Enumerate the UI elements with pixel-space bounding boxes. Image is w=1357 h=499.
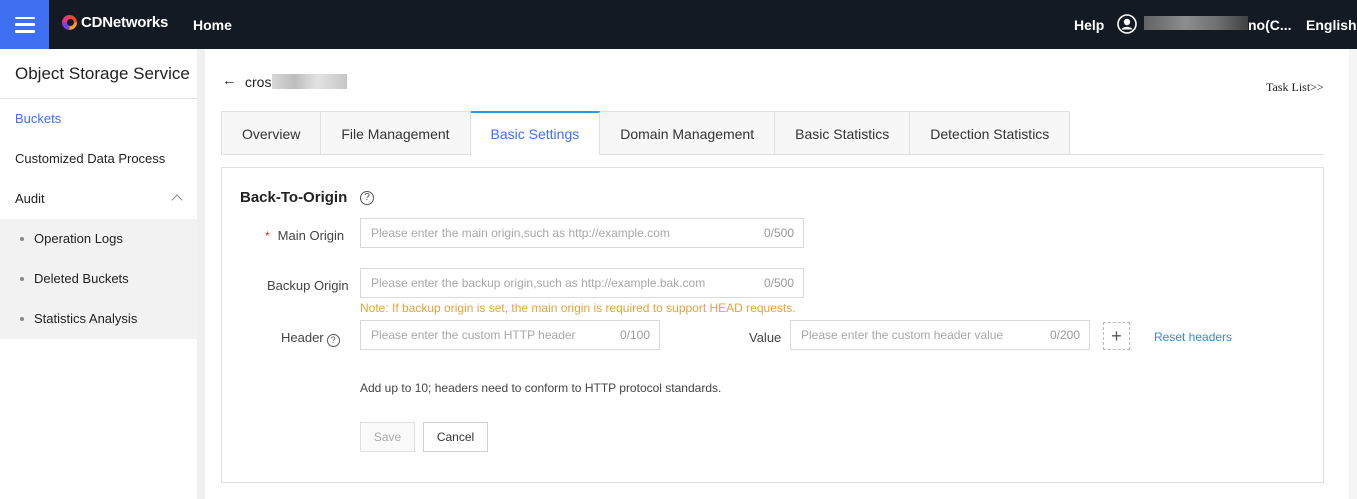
redacted-bucket-name xyxy=(272,74,347,89)
char-counter: 0/100 xyxy=(619,328,650,342)
top-bar: CDNetworks Home Help no(C... English xyxy=(0,0,1357,49)
value-label: Value xyxy=(749,330,782,345)
help-icon[interactable]: ? xyxy=(360,191,374,205)
header-input[interactable] xyxy=(361,321,659,349)
headers-hint: Add up to 10; headers need to conform to… xyxy=(360,381,722,395)
reset-headers-link[interactable]: Reset headers xyxy=(1154,330,1232,344)
brand[interactable]: CDNetworks xyxy=(62,14,168,31)
user-avatar-icon[interactable] xyxy=(1117,14,1137,34)
sidebar: Object Storage Service Buckets Customize… xyxy=(0,49,197,499)
header-help-icon[interactable]: ? xyxy=(326,334,340,347)
tab-divider xyxy=(1057,154,1324,155)
char-counter: 0/500 xyxy=(763,226,794,240)
hamburger-menu-icon[interactable] xyxy=(0,0,49,49)
user-name[interactable]: no(C... xyxy=(1248,17,1292,33)
chevron-up-icon xyxy=(171,194,183,206)
tab-overview[interactable]: Overview xyxy=(221,111,322,155)
home-link[interactable]: Home xyxy=(193,17,232,33)
char-counter: 0/500 xyxy=(763,276,794,290)
sidebar-item-operation-logs[interactable]: Operation Logs xyxy=(0,219,197,259)
tab-bar: Overview File Management Basic Settings … xyxy=(221,111,1071,155)
task-list-link[interactable]: Task List>> xyxy=(1266,80,1324,95)
main-origin-field[interactable]: 0/500 xyxy=(360,218,804,248)
required-mark: * xyxy=(265,229,270,243)
language-switch[interactable]: English xyxy=(1306,17,1357,33)
sidebar-item-audit[interactable]: Audit xyxy=(0,179,197,219)
sidebar-item-label: Audit xyxy=(15,191,45,206)
section-title: Back-To-Origin xyxy=(240,189,348,206)
value-field[interactable]: 0/200 xyxy=(790,320,1090,350)
back-arrow-icon[interactable]: ← xyxy=(222,72,237,89)
main-origin-input[interactable] xyxy=(361,219,803,247)
backup-origin-label: Backup Origin xyxy=(267,278,349,293)
add-header-plus-icon[interactable]: + xyxy=(1103,322,1130,350)
cdnetworks-logo-icon xyxy=(62,15,77,30)
header-field[interactable]: 0/100 xyxy=(360,320,660,350)
backup-origin-field[interactable]: 0/500 xyxy=(360,268,804,298)
tab-basic-statistics[interactable]: Basic Statistics xyxy=(775,111,911,155)
save-button[interactable]: Save xyxy=(360,422,415,452)
page-scrollbar[interactable] xyxy=(1349,49,1357,499)
header-label: Header? xyxy=(281,330,340,347)
bucket-name: cros xyxy=(245,74,272,90)
sidebar-item-deleted-buckets[interactable]: Deleted Buckets xyxy=(0,259,197,299)
redacted-username xyxy=(1144,16,1248,30)
audit-submenu: Operation Logs Deleted Buckets Statistic… xyxy=(0,219,197,339)
main-origin-label: * Main Origin xyxy=(265,228,345,243)
help-link[interactable]: Help xyxy=(1074,17,1104,33)
tab-detection-statistics[interactable]: Detection Statistics xyxy=(910,111,1071,155)
backup-origin-input[interactable] xyxy=(361,269,803,297)
sidebar-title: Object Storage Service xyxy=(0,49,197,99)
tab-domain-management[interactable]: Domain Management xyxy=(600,111,776,155)
cancel-button[interactable]: Cancel xyxy=(423,422,488,452)
sidebar-item-buckets[interactable]: Buckets xyxy=(0,99,197,139)
backup-origin-note: Note: If backup origin is set, the main … xyxy=(360,301,796,315)
tab-basic-settings[interactable]: Basic Settings xyxy=(470,111,601,155)
char-counter: 0/200 xyxy=(1049,328,1080,342)
sidebar-item-statistics-analysis[interactable]: Statistics Analysis xyxy=(0,299,197,339)
tab-file-management[interactable]: File Management xyxy=(321,111,471,155)
value-input[interactable] xyxy=(791,321,1089,349)
sidebar-item-customized-data-process[interactable]: Customized Data Process xyxy=(0,139,197,179)
brand-name: CDNetworks xyxy=(81,14,169,31)
